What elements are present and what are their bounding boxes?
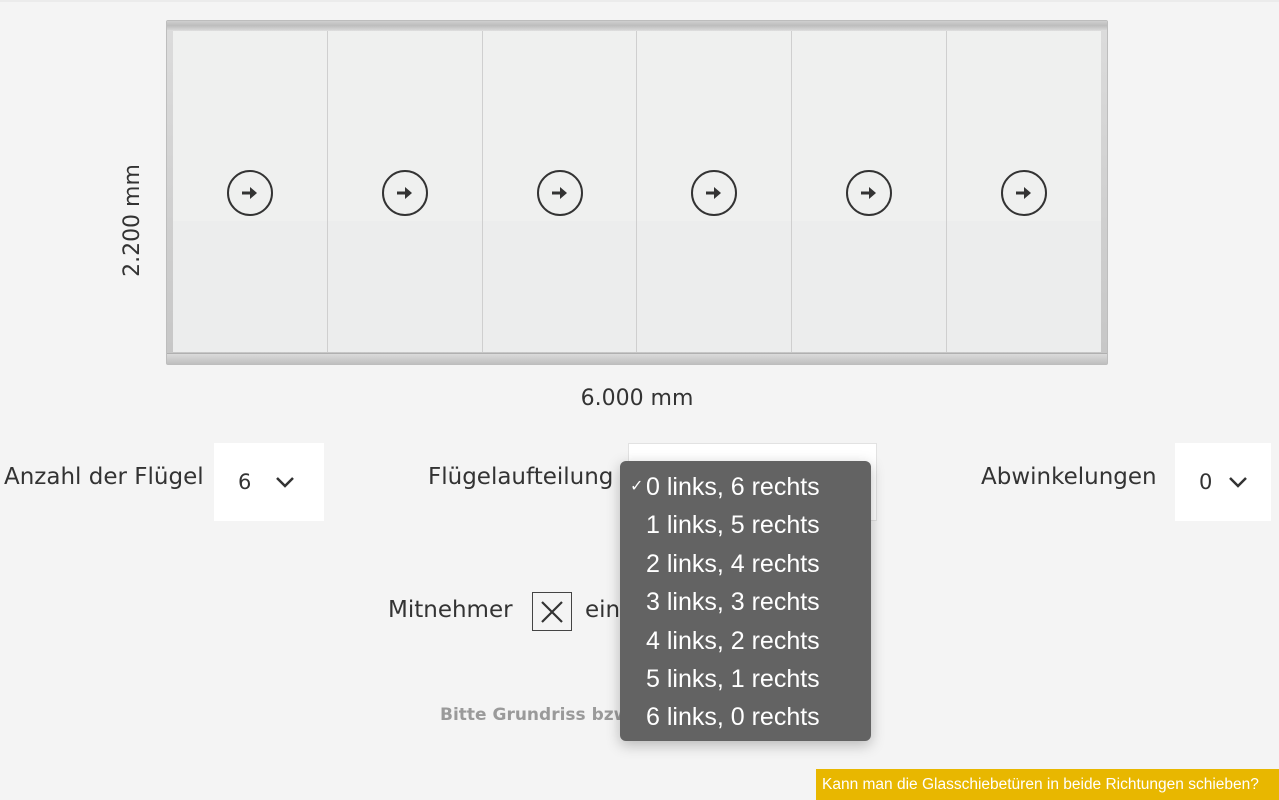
height-label: 2.200 mm xyxy=(119,163,145,277)
faq-banner-link[interactable]: Kann man die Glasschiebetüren in beide R… xyxy=(816,769,1279,800)
arrow-right-circle-icon[interactable] xyxy=(1001,170,1048,216)
wing-split-label: Flügelaufteilung xyxy=(428,464,614,490)
checkmark-icon: ✓ xyxy=(630,478,644,495)
door-panel xyxy=(792,31,948,352)
door-panel xyxy=(173,31,328,352)
door-panel xyxy=(947,31,1101,352)
bottom-rail xyxy=(167,353,1107,364)
arrow-right-circle-icon[interactable] xyxy=(381,170,428,216)
chevron-down-icon xyxy=(1229,477,1248,488)
arrow-right-circle-icon[interactable] xyxy=(226,170,273,216)
door-panels xyxy=(173,31,1101,352)
mitnehmer-label: Mitnehmer xyxy=(388,597,513,623)
dropdown-option[interactable]: 3 links, 3 rechts xyxy=(620,583,871,621)
angles-value: 0 xyxy=(1199,470,1213,494)
arrow-right-circle-icon[interactable] xyxy=(846,170,893,216)
mitnehmer-checkbox[interactable] xyxy=(532,592,572,631)
dropdown-option[interactable]: 6 links, 0 rechts xyxy=(620,698,871,736)
arrow-right-circle-icon[interactable] xyxy=(536,170,583,216)
angles-label: Abwinkelungen xyxy=(981,464,1157,490)
hint-text: Bitte Grundriss bzw. xyxy=(440,705,635,725)
top-rail xyxy=(167,21,1107,30)
mitnehmer-suffix: ein xyxy=(585,597,621,623)
door-panel xyxy=(482,31,638,352)
dropdown-option[interactable]: 4 links, 2 rechts xyxy=(620,622,871,660)
close-x-icon xyxy=(541,600,563,623)
width-label: 6.000 mm xyxy=(580,386,694,411)
wing-count-label: Anzahl der Flügel xyxy=(4,464,204,490)
height-dimension: 2.200 mm xyxy=(112,160,152,280)
top-divider xyxy=(0,0,1279,2)
dropdown-option[interactable]: 1 links, 5 rechts xyxy=(620,506,871,544)
wing-split-dropdown[interactable]: ✓ 0 links, 6 rechts 1 links, 5 rechts 2 l… xyxy=(620,461,871,741)
door-panel xyxy=(637,31,793,352)
dropdown-option[interactable]: 2 links, 4 rechts xyxy=(620,545,871,583)
angles-select[interactable]: 0 xyxy=(1175,443,1271,521)
wing-count-select[interactable]: 6 xyxy=(214,443,324,521)
wing-count-value: 6 xyxy=(238,470,252,494)
chevron-down-icon xyxy=(276,477,295,488)
door-panel xyxy=(327,31,483,352)
dropdown-option[interactable]: ✓ 0 links, 6 rechts xyxy=(620,468,871,506)
dropdown-option[interactable]: 5 links, 1 rechts xyxy=(620,660,871,698)
sliding-door-preview xyxy=(166,20,1108,365)
